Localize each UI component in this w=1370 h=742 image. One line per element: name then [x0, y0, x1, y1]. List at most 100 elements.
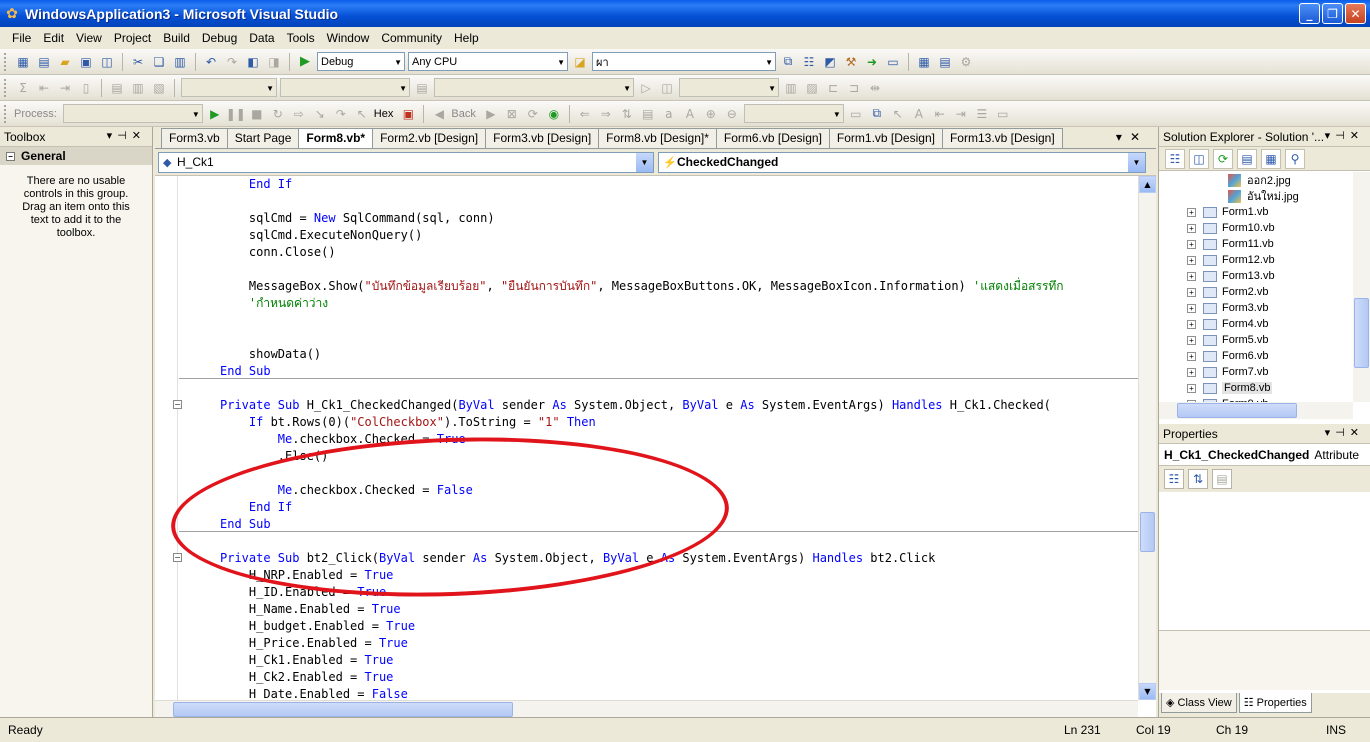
restart-icon[interactable]: ↻: [269, 105, 287, 123]
object-select[interactable]: H_Ck1_CheckedChanged Attribute: [1159, 444, 1370, 466]
hex-toggle[interactable]: Hex: [374, 108, 394, 120]
properties-icon[interactable]: ☷: [1165, 148, 1185, 169]
text-icon[interactable]: A: [910, 105, 928, 123]
restore-button[interactable]: ❐: [1322, 3, 1343, 24]
web-icon[interactable]: ◉: [545, 105, 563, 123]
tab-order-icon[interactable]: ▥: [782, 79, 800, 97]
tab-properties[interactable]: ☷ Properties: [1238, 693, 1312, 713]
bookmark-next-icon[interactable]: ⇒: [597, 105, 615, 123]
font-larger-icon[interactable]: A: [681, 105, 699, 123]
copy-icon[interactable]: ❏: [150, 53, 168, 71]
toolbox-icon[interactable]: ⚒: [842, 53, 860, 71]
tree-item[interactable]: + Form12.vb: [1159, 252, 1353, 268]
panel-controls[interactable]: ▾⊣✕: [1325, 129, 1364, 142]
scroll-thumb[interactable]: [173, 702, 513, 717]
menu-help[interactable]: Help: [448, 29, 485, 47]
refresh-icon[interactable]: ⟳: [524, 105, 542, 123]
tree-item[interactable]: + Form1.vb: [1159, 204, 1353, 220]
layout-grid-icon[interactable]: ▦: [915, 53, 933, 71]
outdent-icon[interactable]: ⇥: [56, 79, 74, 97]
font-size-select[interactable]: ▼: [280, 78, 410, 97]
scroll-up-icon[interactable]: ▲: [1139, 176, 1156, 193]
collapse-icon[interactable]: −: [6, 151, 15, 161]
tab-form8-design[interactable]: Form8.vb [Design]*: [598, 128, 717, 148]
categorized-icon[interactable]: ☷: [1164, 469, 1184, 489]
new-project-icon[interactable]: ▦: [14, 53, 32, 71]
close-button[interactable]: ✕: [1345, 3, 1366, 24]
method-name-select[interactable]: ⚡ CheckedChanged ▼: [658, 151, 1146, 173]
layout-table-icon[interactable]: ▤: [936, 53, 954, 71]
lock-controls-icon[interactable]: ▨: [803, 79, 821, 97]
scroll-down-icon[interactable]: ▼: [1139, 683, 1156, 700]
toolbar-grip[interactable]: [4, 52, 8, 71]
web-zoom-select[interactable]: ▼: [743, 104, 844, 123]
code-text-area[interactable]: − − End If sqlCmd = New SqlCommand(sql, …: [155, 176, 1138, 700]
toolbar-grip[interactable]: [4, 104, 8, 123]
spacing-icon[interactable]: ▧: [150, 79, 168, 97]
minimize-button[interactable]: _: [1299, 3, 1320, 24]
tree-item[interactable]: + Form4.vb: [1159, 316, 1353, 332]
tab-form8-vb[interactable]: Form8.vb*: [298, 128, 374, 148]
toolbox-group-general[interactable]: − General: [0, 147, 152, 165]
menu-file[interactable]: File: [6, 29, 37, 47]
configuration-select[interactable]: Debug ▼: [317, 52, 405, 71]
zoom-select[interactable]: ▼: [679, 78, 779, 97]
tab-form13-design[interactable]: Form13.vb [Design]: [941, 128, 1063, 148]
menu-window[interactable]: Window: [321, 29, 376, 47]
back-icon[interactable]: ◀: [430, 105, 448, 123]
tree-vertical-scrollbar[interactable]: [1353, 172, 1370, 402]
expand-icon[interactable]: +: [1187, 287, 1196, 297]
align-right-icon[interactable]: ⊐: [845, 79, 863, 97]
layout-misc-icon[interactable]: ⚙: [957, 53, 975, 71]
list-icon[interactable]: ☰: [973, 105, 991, 123]
navigate-back-icon[interactable]: ◧: [244, 53, 262, 71]
tab-class-view[interactable]: ◈ Class View: [1161, 693, 1237, 713]
style-select[interactable]: ▼: [434, 78, 634, 97]
menu-edit[interactable]: Edit: [37, 29, 70, 47]
font-name-select[interactable]: ▼: [181, 78, 277, 97]
break-all-icon[interactable]: ❚❚: [226, 105, 246, 123]
tab-controls[interactable]: ▾✕: [1116, 130, 1148, 144]
collapse-icon[interactable]: −: [173, 400, 182, 409]
menu-tools[interactable]: Tools: [281, 29, 321, 47]
expand-icon[interactable]: +: [1187, 223, 1196, 233]
cursor-icon[interactable]: ↖: [889, 105, 907, 123]
tree-item[interactable]: + Form6.vb: [1159, 348, 1353, 364]
find-combo[interactable]: ผา ▼: [592, 52, 776, 71]
style-icon[interactable]: ▤: [413, 79, 431, 97]
expand-icon[interactable]: +: [1187, 271, 1196, 281]
tree-item[interactable]: ออก2.jpg: [1159, 172, 1353, 188]
menu-view[interactable]: View: [70, 29, 108, 47]
toolbar-grip[interactable]: [4, 78, 8, 97]
expand-icon[interactable]: +: [1187, 255, 1196, 265]
properties-window-icon[interactable]: ☷: [800, 53, 818, 71]
redo-icon[interactable]: ↷: [223, 53, 241, 71]
tab-form1-design[interactable]: Form1.vb [Design]: [828, 128, 943, 148]
menu-build[interactable]: Build: [157, 29, 196, 47]
tab-form3-vb[interactable]: Form3.vb: [161, 128, 228, 148]
step-into-icon[interactable]: ↘: [311, 105, 329, 123]
spacing-more-icon[interactable]: ⇹: [866, 79, 884, 97]
view-designer-icon[interactable]: ▦: [1261, 148, 1281, 169]
forward-icon[interactable]: ▷: [637, 79, 655, 97]
align-icon[interactable]: ▥: [129, 79, 147, 97]
expand-icon[interactable]: +: [1187, 367, 1196, 377]
scroll-thumb[interactable]: [1354, 298, 1369, 368]
expand-icon[interactable]: +: [1187, 303, 1196, 313]
class-diagram-icon[interactable]: ⚲: [1285, 148, 1305, 169]
tab-form6-design[interactable]: Form6.vb [Design]: [715, 128, 830, 148]
tree-item[interactable]: + Form2.vb: [1159, 284, 1353, 300]
undo-icon[interactable]: ↶: [202, 53, 220, 71]
show-all-files-icon[interactable]: ◫: [1189, 148, 1209, 169]
collapse-icon[interactable]: −: [173, 553, 182, 562]
paste-icon[interactable]: ▥: [171, 53, 189, 71]
tree-item[interactable]: + Form10.vb: [1159, 220, 1353, 236]
step-out-icon[interactable]: ↖: [353, 105, 371, 123]
open-file-icon[interactable]: ▰: [56, 53, 74, 71]
sort-icon[interactable]: ⇅: [618, 105, 636, 123]
panel-controls[interactable]: ▾⊣✕: [107, 129, 146, 142]
zoom-in-icon[interactable]: ⊕: [702, 105, 720, 123]
format-icon[interactable]: ▤: [108, 79, 126, 97]
tree-item[interactable]: + Form11.vb: [1159, 236, 1353, 252]
panel-controls[interactable]: ▾⊣✕: [1325, 426, 1364, 439]
